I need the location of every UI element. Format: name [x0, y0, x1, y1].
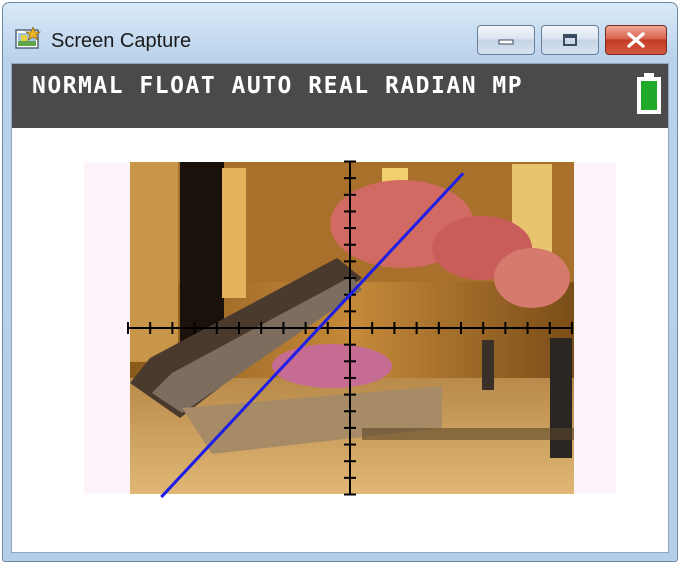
- battery-icon: [637, 73, 661, 114]
- title-bar[interactable]: Screen Capture: [3, 3, 677, 61]
- calculator-screen: NORMAL FLOAT AUTO REAL RADIAN MP: [11, 63, 669, 553]
- calculator-status-bar: NORMAL FLOAT AUTO REAL RADIAN MP: [12, 64, 668, 128]
- graph-area: [84, 160, 616, 499]
- close-button[interactable]: [605, 25, 667, 55]
- close-icon: [627, 32, 645, 48]
- minimize-icon: [498, 39, 514, 45]
- screen-capture-window: Screen Capture NORMAL FLOAT AUTO REAL RA…: [2, 2, 678, 562]
- mode-status-text: NORMAL FLOAT AUTO REAL RADIAN MP: [32, 73, 524, 99]
- maximize-button[interactable]: [541, 25, 599, 55]
- screen-capture-app-icon: [15, 27, 41, 49]
- maximize-icon: [563, 34, 577, 46]
- window-title: Screen Capture: [51, 30, 192, 52]
- minimize-button[interactable]: [477, 25, 535, 55]
